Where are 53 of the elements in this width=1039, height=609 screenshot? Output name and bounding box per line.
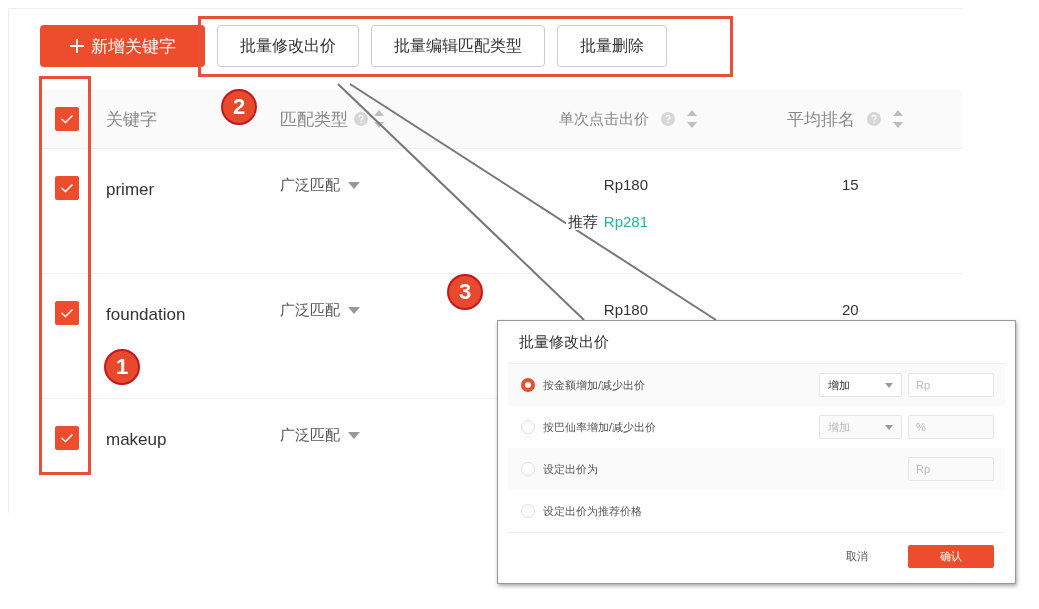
checkbox[interactable] bbox=[55, 107, 79, 131]
operation-dropdown[interactable]: 增加 bbox=[819, 373, 902, 397]
batch-button[interactable]: 批量修改出价 bbox=[217, 25, 359, 67]
confirm-button[interactable]: 确认 bbox=[908, 544, 994, 568]
check-icon bbox=[60, 183, 74, 193]
bid-value: Rp180 bbox=[602, 301, 648, 318]
match-type-dropdown[interactable]: 广泛匹配 bbox=[280, 426, 360, 445]
checkbox[interactable] bbox=[55, 426, 79, 450]
caret-icon bbox=[885, 424, 893, 430]
match-type-dropdown[interactable]: 广泛匹配 bbox=[280, 176, 360, 195]
option-label[interactable]: 设定出价为 bbox=[543, 461, 598, 477]
radio-button[interactable] bbox=[521, 378, 535, 392]
keyword-text: makeup bbox=[106, 430, 167, 450]
sort-icon[interactable] bbox=[893, 110, 903, 128]
batch-button[interactable]: 批量编辑匹配类型 bbox=[371, 25, 545, 67]
caret-icon bbox=[348, 182, 360, 189]
check-icon bbox=[60, 114, 74, 124]
step-number: 1 bbox=[104, 349, 140, 385]
option-label[interactable]: 设定出价为推荐价格 bbox=[543, 503, 642, 519]
amount-field[interactable]: Rp bbox=[908, 457, 994, 481]
add-keyword-button[interactable]: 新增关键字 bbox=[40, 25, 205, 67]
rank-value: 20 bbox=[842, 301, 859, 318]
bid-value: Rp180 bbox=[602, 176, 648, 193]
suggest-label: 推荐 bbox=[565, 213, 600, 230]
check-icon bbox=[60, 433, 74, 443]
suggested-bid: Rp281 bbox=[603, 213, 648, 230]
amount-field[interactable]: % bbox=[908, 415, 994, 439]
checkbox[interactable] bbox=[55, 176, 79, 200]
column-header[interactable]: 关键字 bbox=[106, 107, 157, 131]
amount-field[interactable]: Rp bbox=[908, 373, 994, 397]
option-label[interactable]: 按金额增加/减少出价 bbox=[543, 377, 646, 393]
option-label[interactable]: 按巴仙率增加/减少出价 bbox=[543, 419, 657, 435]
keyword-text: foundation bbox=[106, 305, 186, 325]
caret-icon bbox=[885, 382, 893, 388]
step-number: 3 bbox=[447, 274, 483, 310]
caret-icon bbox=[348, 307, 360, 314]
plus-icon bbox=[69, 38, 85, 54]
check-icon bbox=[60, 308, 74, 318]
sort-icon[interactable] bbox=[374, 110, 384, 128]
keyword-text: primer bbox=[106, 180, 155, 200]
batch-button[interactable]: 批量删除 bbox=[557, 25, 667, 67]
rank-value: 15 bbox=[842, 176, 859, 193]
help-icon[interactable] bbox=[661, 112, 675, 126]
column-header[interactable]: 匹配类型 bbox=[280, 107, 348, 131]
sort-icon[interactable] bbox=[687, 110, 697, 128]
column-header[interactable]: 单次点击出价 bbox=[559, 109, 649, 129]
caret-icon bbox=[348, 432, 360, 439]
match-type-dropdown[interactable]: 广泛匹配 bbox=[280, 301, 360, 320]
checkbox[interactable] bbox=[55, 301, 79, 325]
help-icon[interactable] bbox=[867, 112, 881, 126]
cancel-button[interactable]: 取消 bbox=[840, 547, 874, 565]
help-icon[interactable] bbox=[354, 112, 368, 126]
column-header[interactable]: 平均排名 bbox=[787, 107, 855, 131]
